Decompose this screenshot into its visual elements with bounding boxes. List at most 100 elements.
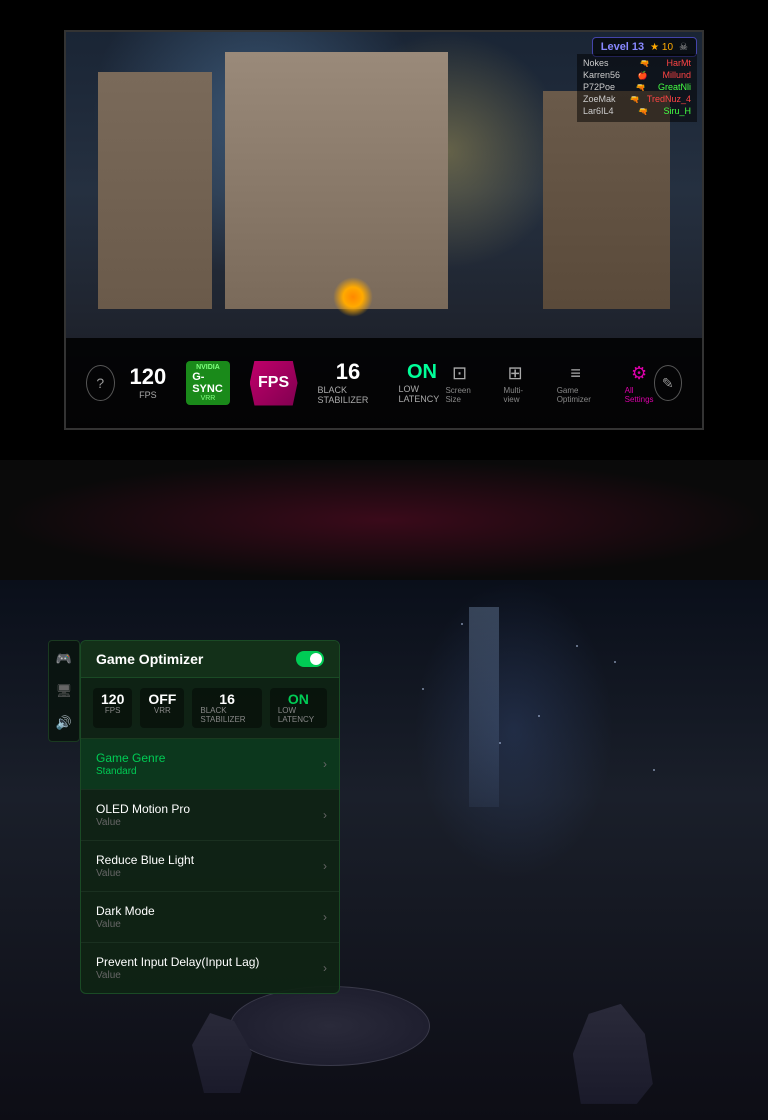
score-row-1: Nokes 🔫 HarMt [583,58,691,68]
weapon-icon-1: 🔫 [640,59,650,68]
volume-side-icon[interactable]: 🔊 [54,713,74,733]
snow-7 [653,769,655,771]
optimizer-vrr-value: OFF [148,692,176,706]
gsync-name: G-SYNC [192,371,223,395]
bottom-game-section: 🎮 🖥 🔊 Game Optimizer 120 FPS OFF VRR 16 … [0,580,768,1120]
prevent-input-delay-value: Value [96,970,324,981]
black-stab-label: Black Stabilizer [318,385,379,405]
reduce-blue-light-chevron: › [323,859,327,873]
middle-transition [0,460,768,580]
game-screen-top: Level 13 ★ 10 ☠ Nokes 🔫 HarMt Karren56 🍎… [64,30,704,430]
building-right [543,91,670,309]
stone-platform [230,986,430,1066]
menu-item-dark-mode[interactable]: Dark Mode Value › [81,892,339,943]
black-stab-value: 16 [336,361,360,383]
game-optimizer-panel: Game Optimizer 120 FPS OFF VRR 16 Black … [80,640,340,994]
latency-label: Low Latency [398,384,445,404]
weapon-icon-2: 🍎 [638,71,648,80]
team-name-4: TredNuz_4 [647,94,691,104]
weapon-icon-4: 🔫 [630,95,640,104]
multiview-icon: ⊞ [508,363,523,384]
dark-mode-title: Dark Mode [96,904,324,918]
dark-mode-chevron: › [323,910,327,924]
optimizer-fps-stat: 120 FPS [93,688,132,728]
optimizer-fps-label: FPS [105,706,121,715]
latency-stat: ON Low Latency [398,362,445,404]
game-genre-title: Game Genre [96,751,324,765]
score-row-3: P72Poe 🔫 GreatNli [583,82,691,92]
settings-icon: ⚙ [631,363,647,384]
optimizer-latency-stat: ON Low Latency [270,688,327,728]
game-genre-value: Standard [96,766,324,777]
hud-stats-row: 120 FPS NVIDIA G-SYNC VRR FPS 16 Black S… [130,361,446,406]
top-game-section: Level 13 ★ 10 ☠ Nokes 🔫 HarMt Karren56 🍎… [0,0,768,460]
team-name-1: HarMt [667,58,692,68]
scoreboard: Nokes 🔫 HarMt Karren56 🍎 Millund P72Poe … [577,54,697,122]
dark-mode-value: Value [96,919,324,930]
player-name-1: Nokes [583,58,623,68]
optimizer-latency-value: ON [288,692,309,706]
optimizer-panel-title: Game Optimizer [96,651,203,667]
optimizer-blackstab-stat: 16 Black Stabilizer [192,688,261,728]
settings-icon-item[interactable]: ⚙ All Settings [625,363,654,404]
reduce-blue-light-value: Value [96,868,324,879]
optimizer-icon-item[interactable]: ≡ Game Optimizer [557,363,595,404]
optimizer-vrr-label: VRR [154,706,171,715]
fps-stat: 120 FPS [130,366,167,400]
oled-motion-value: Value [96,817,324,828]
optimizer-icon: ≡ [570,363,581,384]
oled-motion-chevron: › [323,808,327,822]
optimizer-label: Game Optimizer [557,386,595,404]
menu-item-prevent-input-delay[interactable]: Prevent Input Delay(Input Lag) Value › [81,943,339,993]
gsync-vrr: VRR [201,395,216,402]
game-genre-chevron: › [323,757,327,771]
player-name-5: Lar6IL4 [583,106,623,116]
score-row-2: Karren56 🍎 Millund [583,70,691,80]
menu-item-oled-motion[interactable]: OLED Motion Pro Value › [81,790,339,841]
optimizer-fps-value: 120 [101,692,124,706]
prevent-input-delay-title: Prevent Input Delay(Input Lag) [96,955,324,969]
prevent-input-delay-chevron: › [323,961,327,975]
reduce-blue-light-title: Reduce Blue Light [96,853,324,867]
player-name-2: Karren56 [583,70,623,80]
screen-size-icon: ⊡ [452,363,467,384]
optimizer-latency-label: Low Latency [278,706,319,724]
fps-value: 120 [130,366,167,388]
edit-icon[interactable]: ✎ [654,365,683,401]
skull-icon: ☠ [679,42,688,53]
multiview-icon-item[interactable]: ⊞ Multi-view [504,363,527,404]
menu-item-reduce-blue-light[interactable]: Reduce Blue Light Value › [81,841,339,892]
level-text: Level 13 [601,41,644,53]
black-stab-stat: 16 Black Stabilizer [318,361,379,405]
oled-motion-title: OLED Motion Pro [96,802,324,816]
team-name-2: Millund [662,70,691,80]
score-row-5: Lar6IL4 🔫 Siru_H [583,106,691,116]
optimizer-blackstab-value: 16 [219,692,235,706]
snow-5 [538,715,540,717]
menu-item-game-genre[interactable]: Game Genre Standard › [81,739,339,790]
settings-label: All Settings [625,386,654,404]
display-side-icon[interactable]: 🖥 [54,681,74,701]
score-row-4: ZoeMak 🔫 TredNuz_4 [583,94,691,104]
side-icon-panel: 🎮 🖥 🔊 [48,640,80,742]
gamepad-side-icon[interactable]: 🎮 [54,649,74,669]
gsync-badge: NVIDIA G-SYNC VRR [186,361,229,405]
building-center [225,52,448,309]
multiview-label: Multi-view [504,386,527,404]
fps-label: FPS [139,390,157,400]
building-left [98,72,212,310]
screen-size-icon-item[interactable]: ⊡ Screen Size [445,363,473,404]
latency-value: ON [407,362,437,382]
atmospheric-light [414,580,614,880]
fps-badge-label: FPS [258,374,289,392]
player-name-4: ZoeMak [583,94,623,104]
gsync-nvidia-label: NVIDIA [196,364,220,371]
fps-center-badge: FPS [250,361,298,406]
team-name-5: Siru_H [663,106,691,116]
hud-icons-row: ⊡ Screen Size ⊞ Multi-view ≡ Game Optimi… [445,363,653,404]
help-icon[interactable]: ? [86,365,115,401]
gunfire-effect [333,277,373,317]
optimizer-toggle[interactable] [296,651,324,667]
weapon-icon-5: 🔫 [638,107,648,116]
optimizer-vrr-stat: OFF VRR [140,688,184,728]
